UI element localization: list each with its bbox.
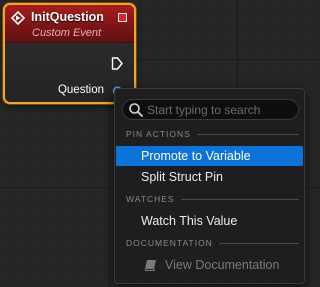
pin-context-menu: PIN ACTIONS Promote to Variable Split St… xyxy=(114,88,305,284)
question-pin-label: Question xyxy=(57,84,104,96)
section-header-pin-actions: PIN ACTIONS xyxy=(126,128,299,140)
section-header-watches: WATCHES xyxy=(126,193,299,205)
menu-item-split-struct-pin[interactable]: Split Struct Pin xyxy=(116,167,303,187)
section-label: PIN ACTIONS xyxy=(126,129,191,139)
search-input[interactable] xyxy=(147,101,295,118)
custom-event-icon xyxy=(11,11,25,25)
section-label: DOCUMENTATION xyxy=(126,238,213,248)
menu-item-view-documentation[interactable]: View Documentation xyxy=(116,255,303,275)
menu-item-promote-to-variable[interactable]: Promote to Variable xyxy=(116,146,303,166)
node-subtitle: Custom Event xyxy=(32,27,102,39)
search-box[interactable] xyxy=(122,99,299,120)
section-divider xyxy=(196,133,299,135)
section-header-documentation: DOCUMENTATION xyxy=(126,237,299,249)
exec-output-icon[interactable] xyxy=(111,57,123,70)
search-icon xyxy=(129,103,143,117)
section-label: WATCHES xyxy=(126,194,175,204)
section-divider xyxy=(218,242,299,244)
section-divider xyxy=(180,198,299,200)
menu-item-watch-this-value[interactable]: Watch This Value xyxy=(116,211,303,231)
node-title: InitQuestion xyxy=(31,10,104,24)
menu-item-label: View Documentation xyxy=(165,258,280,272)
book-icon xyxy=(144,260,156,271)
delegate-pin-icon[interactable] xyxy=(118,13,127,22)
